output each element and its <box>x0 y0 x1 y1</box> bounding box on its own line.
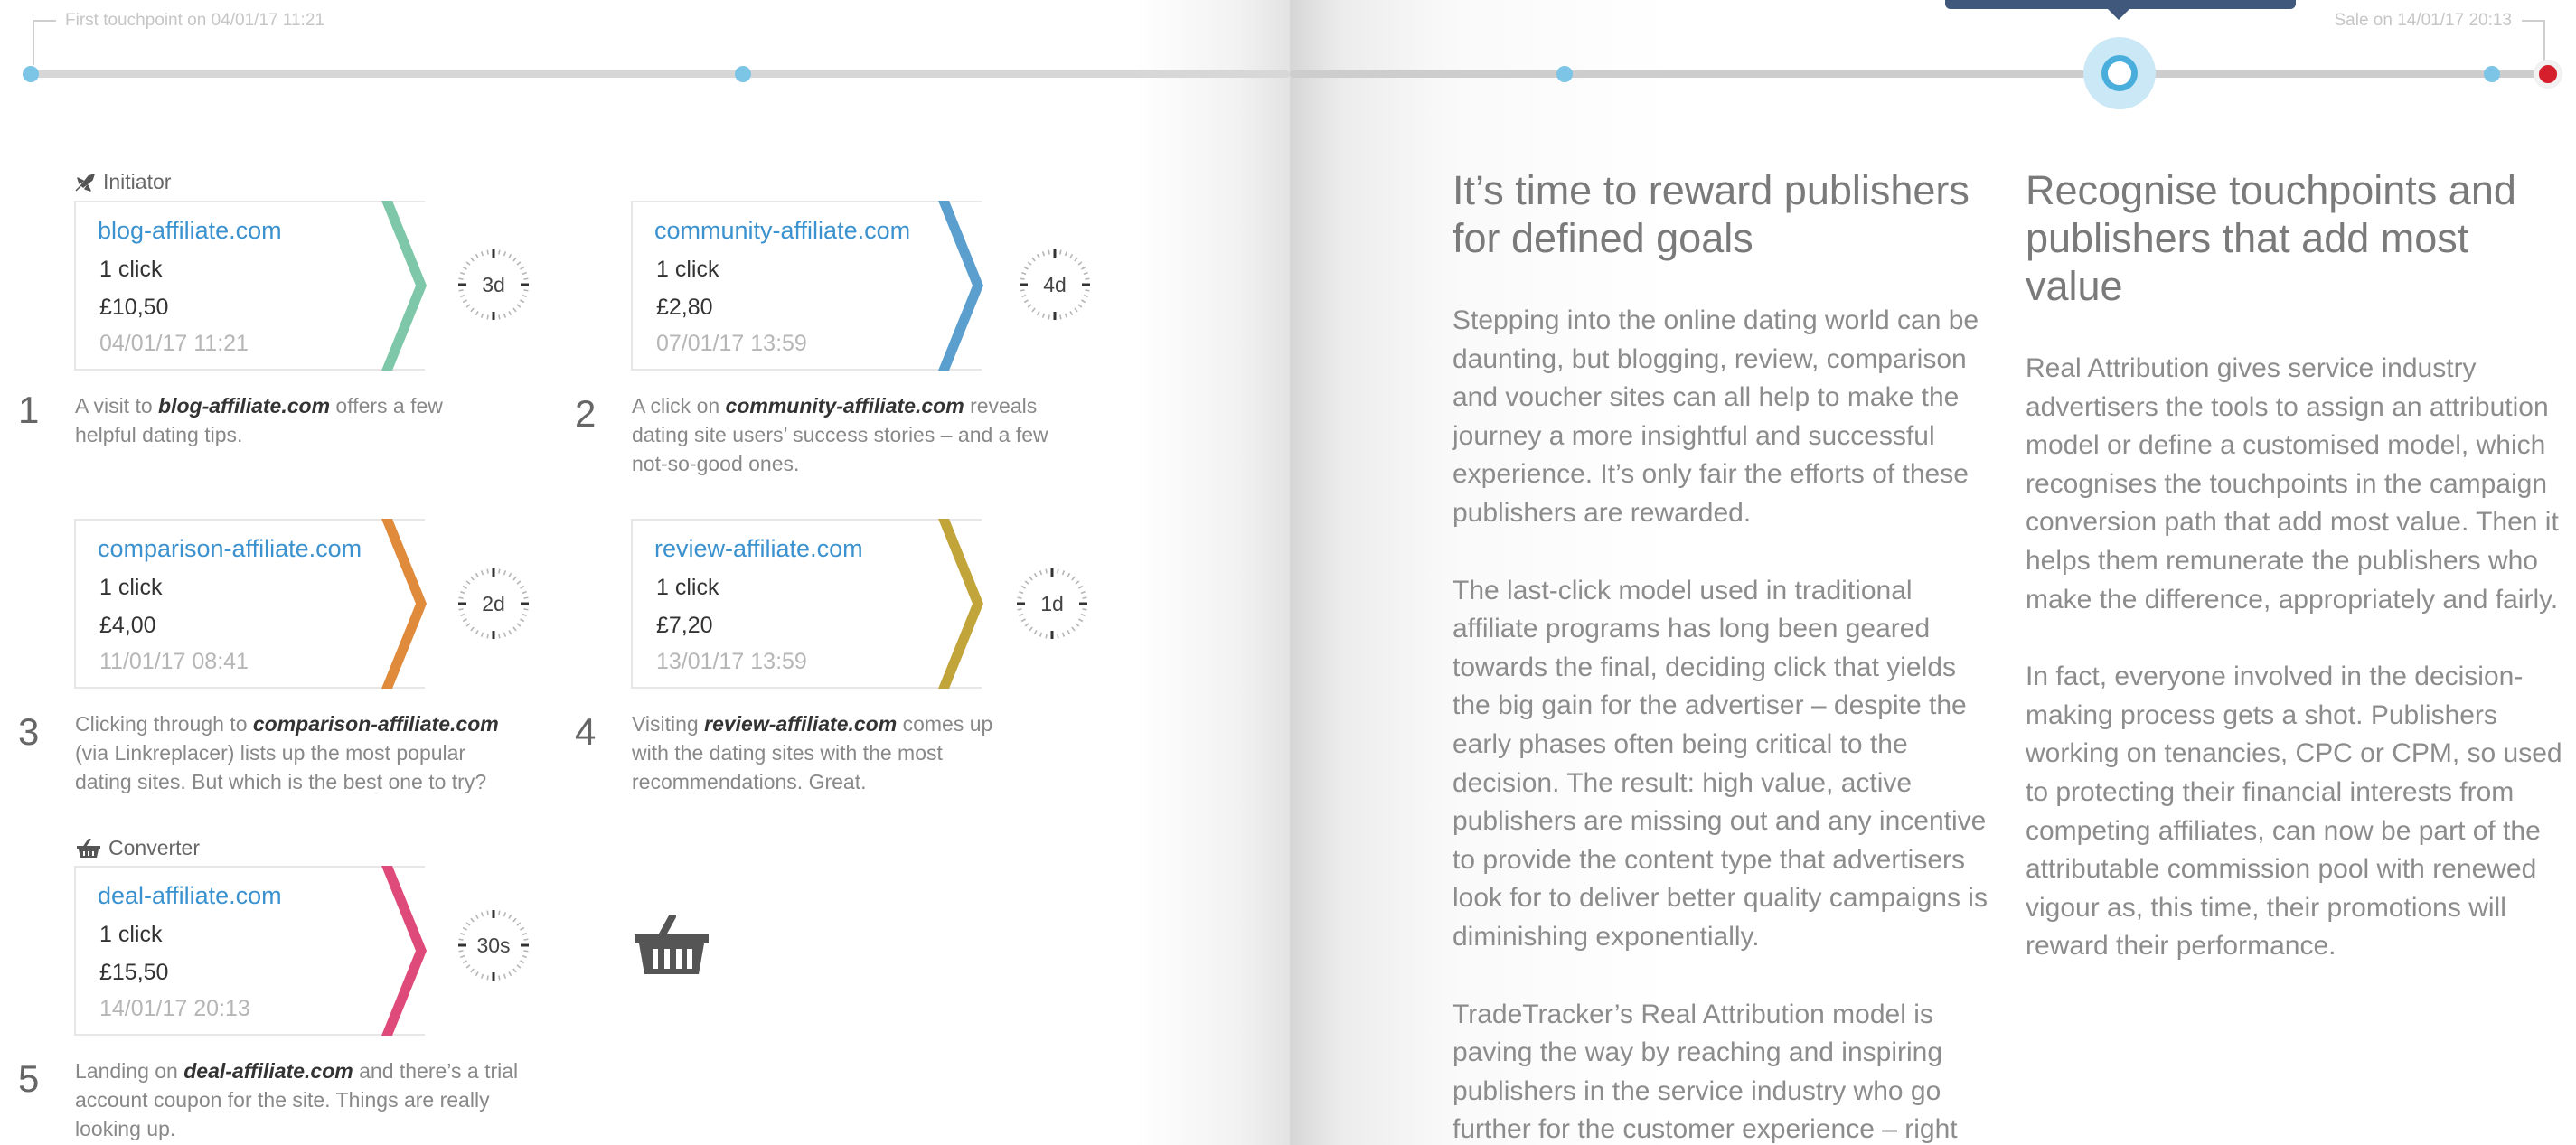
touchpoint-date: 04/01/17 11:21 <box>99 331 249 356</box>
timeline-tooltip-pointer <box>2108 9 2129 20</box>
timeline-end-bracket <box>2522 20 2545 65</box>
interval-timer: 30s <box>456 908 531 982</box>
touchpoint-card[interactable]: blog-affiliate.com 1 click £10,50 04/01/… <box>74 201 427 371</box>
chevron-arrow-icon <box>381 201 427 371</box>
touchpoint-date: 13/01/17 13:59 <box>656 649 807 674</box>
article-paragraph: Stepping into the online dating world ca… <box>1453 305 1979 528</box>
timeline-track-left <box>31 70 1290 78</box>
touchpoint-date: 07/01/17 13:59 <box>656 331 807 356</box>
touchpoint-domain[interactable]: community-affiliate.com <box>654 217 910 245</box>
touchpoint-clicks: 1 click <box>99 575 163 600</box>
article-paragraph: TradeTracker’s Real Attribution model is… <box>1453 999 1958 1145</box>
interval-timer: 3d <box>456 248 531 322</box>
chevron-arrow-icon <box>381 866 427 1036</box>
touchpoint-card[interactable]: comparison-affiliate.com 1 click £4,00 1… <box>74 519 427 689</box>
touchpoint-clicks: 1 click <box>656 575 719 600</box>
interval-label: 3d <box>482 273 505 296</box>
chevron-arrow-icon <box>938 519 983 689</box>
touchpoint-card[interactable]: deal-affiliate.com 1 click £15,50 14/01/… <box>74 866 427 1036</box>
timeline-dot <box>2484 66 2500 82</box>
step-description: Visiting review-affiliate.com comes up w… <box>632 712 993 793</box>
touchpoint-amount: £10,50 <box>99 295 169 320</box>
chevron-arrow-icon <box>938 201 983 371</box>
touchpoint-amount: £2,80 <box>656 295 713 320</box>
touchpoint-clicks: 1 click <box>656 257 719 282</box>
step-description: Clicking through to comparison-affiliate… <box>75 712 499 793</box>
step-number: 1 <box>18 389 40 431</box>
touchpoint-date: 11/01/17 08:41 <box>99 649 249 674</box>
interval-label: 2d <box>482 592 505 615</box>
interval-label: 1d <box>1040 592 1064 615</box>
touchpoint-domain[interactable]: deal-affiliate.com <box>98 882 282 910</box>
step-description: A visit to blog-affiliate.com offers a f… <box>75 394 443 446</box>
initiator-label: Initiator <box>74 170 171 194</box>
step-number: 5 <box>18 1057 40 1100</box>
timeline-start-bracket <box>33 20 56 65</box>
article-column-2: Recognise touchpoints and publishers tha… <box>2026 166 2572 1005</box>
interval-timer: 4d <box>1018 248 1092 322</box>
touchpoint-clicks: 1 click <box>99 922 163 947</box>
timeline-active-marker[interactable] <box>2101 55 2138 91</box>
first-touchpoint-label: First touchpoint on 04/01/17 11:21 <box>65 11 324 30</box>
converter-label: Converter <box>76 836 200 860</box>
touchpoint-card[interactable]: community-affiliate.com 1 click £2,80 07… <box>631 201 983 371</box>
touchpoint-amount: £15,50 <box>99 960 169 985</box>
article-heading: It’s time to reward publishers for defin… <box>1453 167 1970 261</box>
timeline-start-dot <box>23 66 39 82</box>
article-paragraph: In fact, everyone involved in the decisi… <box>2026 662 2562 962</box>
sale-basket-icon <box>633 913 710 981</box>
touchpoint-card[interactable]: review-affiliate.com 1 click £7,20 13/01… <box>631 519 983 689</box>
basket-icon <box>76 838 101 859</box>
step-number: 3 <box>18 710 40 753</box>
step-description: Landing on deal-affiliate.com and there’… <box>75 1059 519 1140</box>
converter-text: Converter <box>108 836 200 859</box>
interval-label: 30s <box>476 934 511 957</box>
interval-label: 4d <box>1043 273 1067 296</box>
initiator-text: Initiator <box>103 170 172 193</box>
step-number: 2 <box>575 392 597 435</box>
touchpoint-domain[interactable]: blog-affiliate.com <box>98 217 282 245</box>
rocket-icon <box>74 173 96 192</box>
chevron-arrow-icon <box>381 519 427 689</box>
step-description: A click on community-affiliate.com revea… <box>632 394 1048 475</box>
article-paragraph: Real Attribution gives service industry … <box>2026 353 2559 615</box>
touchpoint-amount: £7,20 <box>656 613 713 638</box>
timeline-tooltip-bubble <box>1945 0 2296 9</box>
timeline-sale-dot <box>2534 61 2562 88</box>
timeline-dot <box>735 66 751 82</box>
interval-timer: 1d <box>1015 567 1089 641</box>
article-column-1: It’s time to reward publishers for defin… <box>1453 166 1995 1145</box>
timeline-dot <box>1556 66 1573 82</box>
touchpoint-date: 14/01/17 20:13 <box>99 996 250 1021</box>
touchpoint-clicks: 1 click <box>99 257 163 282</box>
step-number: 4 <box>575 710 597 753</box>
touchpoint-domain[interactable]: review-affiliate.com <box>654 535 863 563</box>
sale-label: Sale on 14/01/17 20:13 <box>2334 11 2512 30</box>
article-heading: Recognise touchpoints and publishers tha… <box>2026 167 2516 309</box>
touchpoint-amount: £4,00 <box>99 613 156 638</box>
interval-timer: 2d <box>456 567 531 641</box>
article-paragraph: The last-click model used in traditional… <box>1453 575 1988 952</box>
timeline-track-right <box>1290 70 2548 78</box>
touchpoint-domain[interactable]: comparison-affiliate.com <box>98 535 362 563</box>
brochure-spread: First touchpoint on 04/01/17 11:21 Sale … <box>0 0 2576 1145</box>
